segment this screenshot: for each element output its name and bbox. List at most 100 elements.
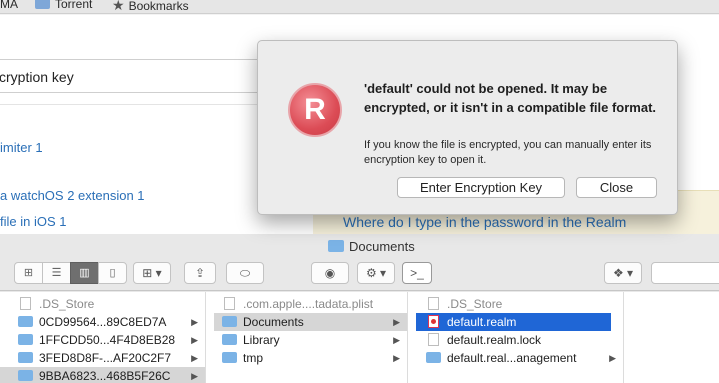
arrange-icon: ⊞ ▾ bbox=[142, 266, 162, 280]
folder-icon bbox=[328, 240, 344, 252]
file-name: default.realm bbox=[447, 315, 517, 329]
file-name: 0CD99564...89C8ED7A bbox=[39, 315, 167, 329]
list-item[interactable]: .DS_Store bbox=[0, 295, 205, 313]
column-browser: .DS_Store 0CD99564...89C8ED7A ▶ 1FFCDD50.… bbox=[0, 292, 719, 383]
file-name: 9BBA6823...468B5F26C bbox=[39, 369, 171, 383]
app-icon-letter: R bbox=[304, 93, 326, 126]
bookmark-label: MA bbox=[0, 0, 18, 11]
list-item[interactable]: .com.apple....tadata.plist bbox=[214, 295, 407, 313]
bookmark-label: Torrent bbox=[55, 0, 93, 11]
related-question-link[interactable]: Where do I type in the password in the R… bbox=[343, 214, 626, 230]
chevron-right-icon: ▶ bbox=[191, 371, 198, 381]
list-item[interactable]: .DS_Store bbox=[416, 295, 623, 313]
question-link[interactable]: imiter 1 bbox=[0, 140, 43, 155]
finder-window: Documents ⊞ ☰ ▥ ▯ ⊞ ▾ ⇪ ⬭ ◉ ⚙ ▾ >_ ❖ ▾ .… bbox=[0, 234, 719, 383]
finder-search-input[interactable] bbox=[651, 262, 719, 284]
browser-column: .DS_Store 0CD99564...89C8ED7A ▶ 1FFCDD50.… bbox=[0, 292, 206, 383]
folder-icon bbox=[222, 352, 237, 363]
file-name: Library bbox=[243, 333, 280, 347]
search-input[interactable]: cryption key bbox=[0, 59, 268, 93]
tag-icon: ⬭ bbox=[239, 266, 251, 280]
folder-icon bbox=[426, 352, 441, 363]
search-input-value: cryption key bbox=[0, 69, 74, 85]
icon-view-button[interactable]: ⊞ bbox=[14, 262, 43, 284]
file-name: .DS_Store bbox=[447, 297, 503, 311]
list-view-button[interactable]: ☰ bbox=[42, 262, 71, 284]
bookmark-bookmarks[interactable]: ★ Bookmarks bbox=[112, 0, 189, 14]
list-item[interactable]: Documents ▶ bbox=[214, 313, 407, 331]
chevron-right-icon: ▶ bbox=[393, 335, 400, 345]
list-icon: ☰ bbox=[51, 267, 62, 279]
action-button[interactable]: ⚙ ▾ bbox=[357, 262, 395, 284]
terminal-icon: >_ bbox=[410, 266, 424, 280]
chevron-right-icon: ▶ bbox=[393, 317, 400, 327]
grid-icon: ⊞ bbox=[23, 267, 34, 279]
columns-icon: ▥ bbox=[79, 267, 90, 279]
finder-titlebar: Documents bbox=[0, 234, 719, 256]
list-item[interactable]: default.realm.lock bbox=[416, 331, 623, 349]
cover-flow-button[interactable]: ▯ bbox=[98, 262, 127, 284]
realm-app-icon: R bbox=[288, 83, 342, 137]
file-name: tmp bbox=[243, 351, 264, 365]
share-button[interactable]: ⇪ bbox=[184, 262, 216, 284]
close-button[interactable]: Close bbox=[576, 177, 657, 198]
folder-icon bbox=[18, 370, 33, 381]
cover-flow-icon: ▯ bbox=[109, 267, 116, 279]
dropbox-button[interactable]: ❖ ▾ bbox=[604, 262, 642, 284]
document-icon bbox=[20, 297, 31, 310]
folder-icon bbox=[35, 0, 50, 9]
chevron-right-icon: ▶ bbox=[609, 353, 616, 363]
window-title-text: Documents bbox=[349, 239, 415, 254]
file-name: .com.apple....tadata.plist bbox=[243, 297, 374, 311]
folder-icon bbox=[222, 334, 237, 345]
list-item[interactable]: Library ▶ bbox=[214, 331, 407, 349]
list-item[interactable]: tmp ▶ bbox=[214, 349, 407, 367]
eye-icon: ◉ bbox=[324, 266, 336, 280]
file-name: Documents bbox=[243, 315, 304, 329]
dialog-title: 'default' could not be opened. It may be… bbox=[364, 81, 657, 115]
bookmark-ma[interactable]: MA bbox=[0, 0, 18, 11]
bookmark-torrent[interactable]: Torrent bbox=[35, 0, 92, 11]
question-link[interactable]: a watchOS 2 extension 1 bbox=[0, 188, 145, 203]
enter-encryption-key-button[interactable]: Enter Encryption Key bbox=[397, 177, 565, 198]
star-icon: ★ bbox=[112, 0, 125, 13]
chevron-right-icon: ▶ bbox=[191, 353, 198, 363]
file-name: default.realm.lock bbox=[447, 333, 542, 347]
folder-icon bbox=[18, 352, 33, 363]
document-icon bbox=[224, 297, 235, 310]
file-name: default.real...anagement bbox=[447, 351, 577, 365]
chevron-right-icon: ▶ bbox=[191, 317, 198, 327]
list-item[interactable]: 0CD99564...89C8ED7A ▶ bbox=[0, 313, 205, 331]
chevron-right-icon: ▶ bbox=[191, 335, 198, 345]
list-item[interactable]: 9BBA6823...468B5F26C ▶ bbox=[0, 367, 205, 383]
alert-dialog: R 'default' could not be opened. It may … bbox=[257, 40, 678, 215]
question-link[interactable]: file in iOS 1 bbox=[0, 214, 66, 229]
quick-look-button[interactable]: ◉ bbox=[311, 262, 349, 284]
tags-button[interactable]: ⬭ bbox=[226, 262, 264, 284]
dropbox-icon: ❖ ▾ bbox=[612, 266, 634, 280]
chevron-right-icon: ▶ bbox=[393, 353, 400, 363]
folder-icon bbox=[18, 334, 33, 345]
folder-icon bbox=[18, 316, 33, 327]
file-name: .DS_Store bbox=[39, 297, 95, 311]
arrange-button[interactable]: ⊞ ▾ bbox=[133, 262, 171, 284]
window-title: Documents bbox=[328, 239, 415, 254]
bookmarks-bar: MA Torrent ★ Bookmarks bbox=[0, 0, 719, 14]
realm-file-icon bbox=[428, 315, 439, 328]
terminal-button[interactable]: >_ bbox=[402, 262, 432, 284]
browser-column: .com.apple....tadata.plist Documents ▶ Li… bbox=[214, 292, 408, 383]
divider bbox=[0, 104, 268, 105]
document-icon bbox=[428, 333, 439, 346]
list-item[interactable]: default.realm bbox=[416, 313, 611, 331]
list-item[interactable]: default.real...anagement ▶ bbox=[416, 349, 623, 367]
file-name: 1FFCDD50...4F4D8EB28 bbox=[39, 333, 176, 347]
file-name: 3FED8D8F-...AF20C2F7 bbox=[39, 351, 172, 365]
browser-column: .DS_Store default.realm default.realm.lo… bbox=[416, 292, 624, 383]
document-icon bbox=[428, 297, 439, 310]
bookmark-label: Bookmarks bbox=[128, 0, 189, 13]
gear-icon: ⚙ ▾ bbox=[365, 266, 387, 280]
column-view-button[interactable]: ▥ bbox=[70, 262, 99, 284]
share-icon: ⇪ bbox=[194, 266, 206, 280]
list-item[interactable]: 1FFCDD50...4F4D8EB28 ▶ bbox=[0, 331, 205, 349]
list-item[interactable]: 3FED8D8F-...AF20C2F7 ▶ bbox=[0, 349, 205, 367]
